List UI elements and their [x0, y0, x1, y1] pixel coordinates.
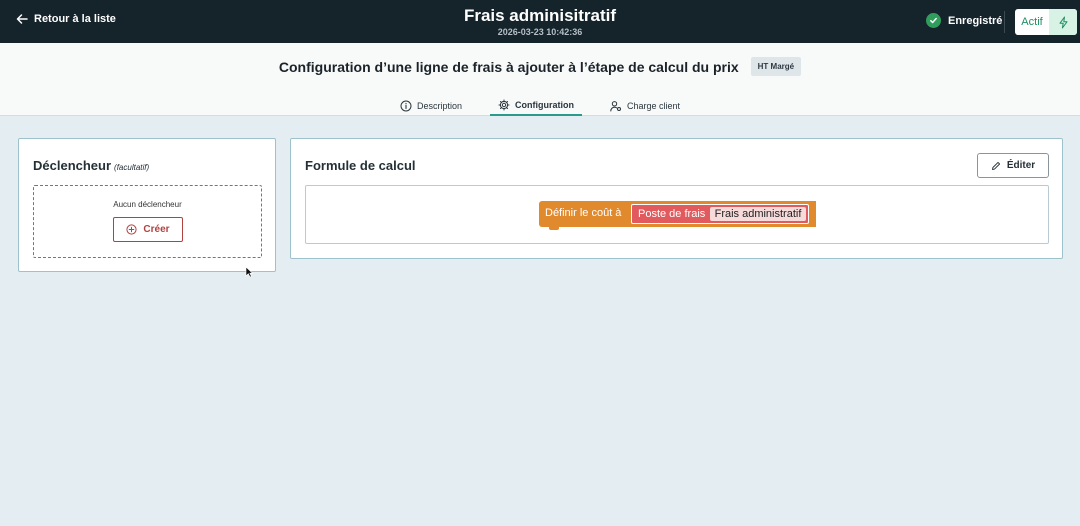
- formula-card: Formule de calcul Éditer Définir le coût…: [290, 138, 1063, 259]
- page-title: Frais adminisitratif: [463, 6, 617, 25]
- active-toggle-button[interactable]: Actif: [1015, 9, 1077, 35]
- heading-row: Configuration d’une ligne de frais à ajo…: [0, 57, 1080, 76]
- trigger-card-title: Déclencheur (facultatif): [33, 158, 149, 173]
- edit-button[interactable]: Éditer: [977, 153, 1049, 178]
- page-header: Configuration d’une ligne de frais à ajo…: [0, 43, 1080, 116]
- trigger-title: Déclencheur: [33, 158, 112, 173]
- cost-item-label: Poste de frais: [638, 208, 706, 220]
- set-cost-block[interactable]: Définir le coût à Poste de frais Frais a…: [539, 201, 816, 230]
- tab-configuration-label: Configuration: [515, 99, 574, 110]
- saved-status-label: Enregistré: [948, 14, 1003, 27]
- pencil-icon: [991, 161, 1000, 170]
- block-notch: [549, 226, 559, 230]
- plus-circle-icon: [126, 224, 138, 235]
- set-cost-label: Définir le coût à: [545, 207, 622, 219]
- create-label: Créer: [143, 224, 170, 235]
- user-settings-icon: [610, 100, 621, 111]
- create-trigger-button[interactable]: Créer: [113, 217, 183, 242]
- edit-label: Éditer: [1006, 160, 1036, 171]
- active-label: Actif: [1021, 16, 1043, 28]
- tab-charge-client[interactable]: Charge client: [602, 95, 688, 116]
- formula-card-title: Formule de calcul: [305, 158, 416, 173]
- mouse-pointer-icon: [245, 266, 253, 278]
- tab-description[interactable]: Description: [392, 95, 470, 116]
- tab-description-label: Description: [416, 100, 462, 111]
- tab-configuration[interactable]: Configuration: [490, 95, 582, 116]
- tab-charge-client-label: Charge client: [627, 100, 681, 111]
- top-bar: Retour à la liste Frais adminisitratif 2…: [0, 0, 1080, 43]
- lightning-icon: [1049, 9, 1077, 35]
- cost-item-field[interactable]: Frais administratif: [710, 207, 806, 221]
- formula-workspace[interactable]: Définir le coût à Poste de frais Frais a…: [305, 185, 1049, 244]
- section-heading: Configuration d’une ligne de frais à ajo…: [278, 58, 739, 75]
- trigger-card: Déclencheur (facultatif) Aucun déclencheu…: [18, 138, 276, 272]
- gear-icon: [498, 99, 510, 110]
- saved-status: Enregistré: [926, 13, 1002, 28]
- tab-bar: Description Configuration Charge client: [0, 95, 1080, 116]
- empty-trigger-text: Aucun déclencheur: [113, 200, 182, 209]
- info-icon: [400, 100, 412, 111]
- timestamp: 2026-03-23 10:42:36: [497, 27, 583, 37]
- cost-item-block[interactable]: Poste de frais Frais administratif: [631, 204, 809, 224]
- divider: [1004, 11, 1005, 33]
- trigger-dropzone: Aucun déclencheur Créer: [33, 185, 262, 258]
- step-badge: HT Margé: [750, 57, 802, 76]
- check-circle-icon: [926, 13, 941, 28]
- title-block: Frais adminisitratif 2026-03-23 10:42:36: [0, 6, 1080, 37]
- optional-note: (facultatif): [114, 163, 150, 172]
